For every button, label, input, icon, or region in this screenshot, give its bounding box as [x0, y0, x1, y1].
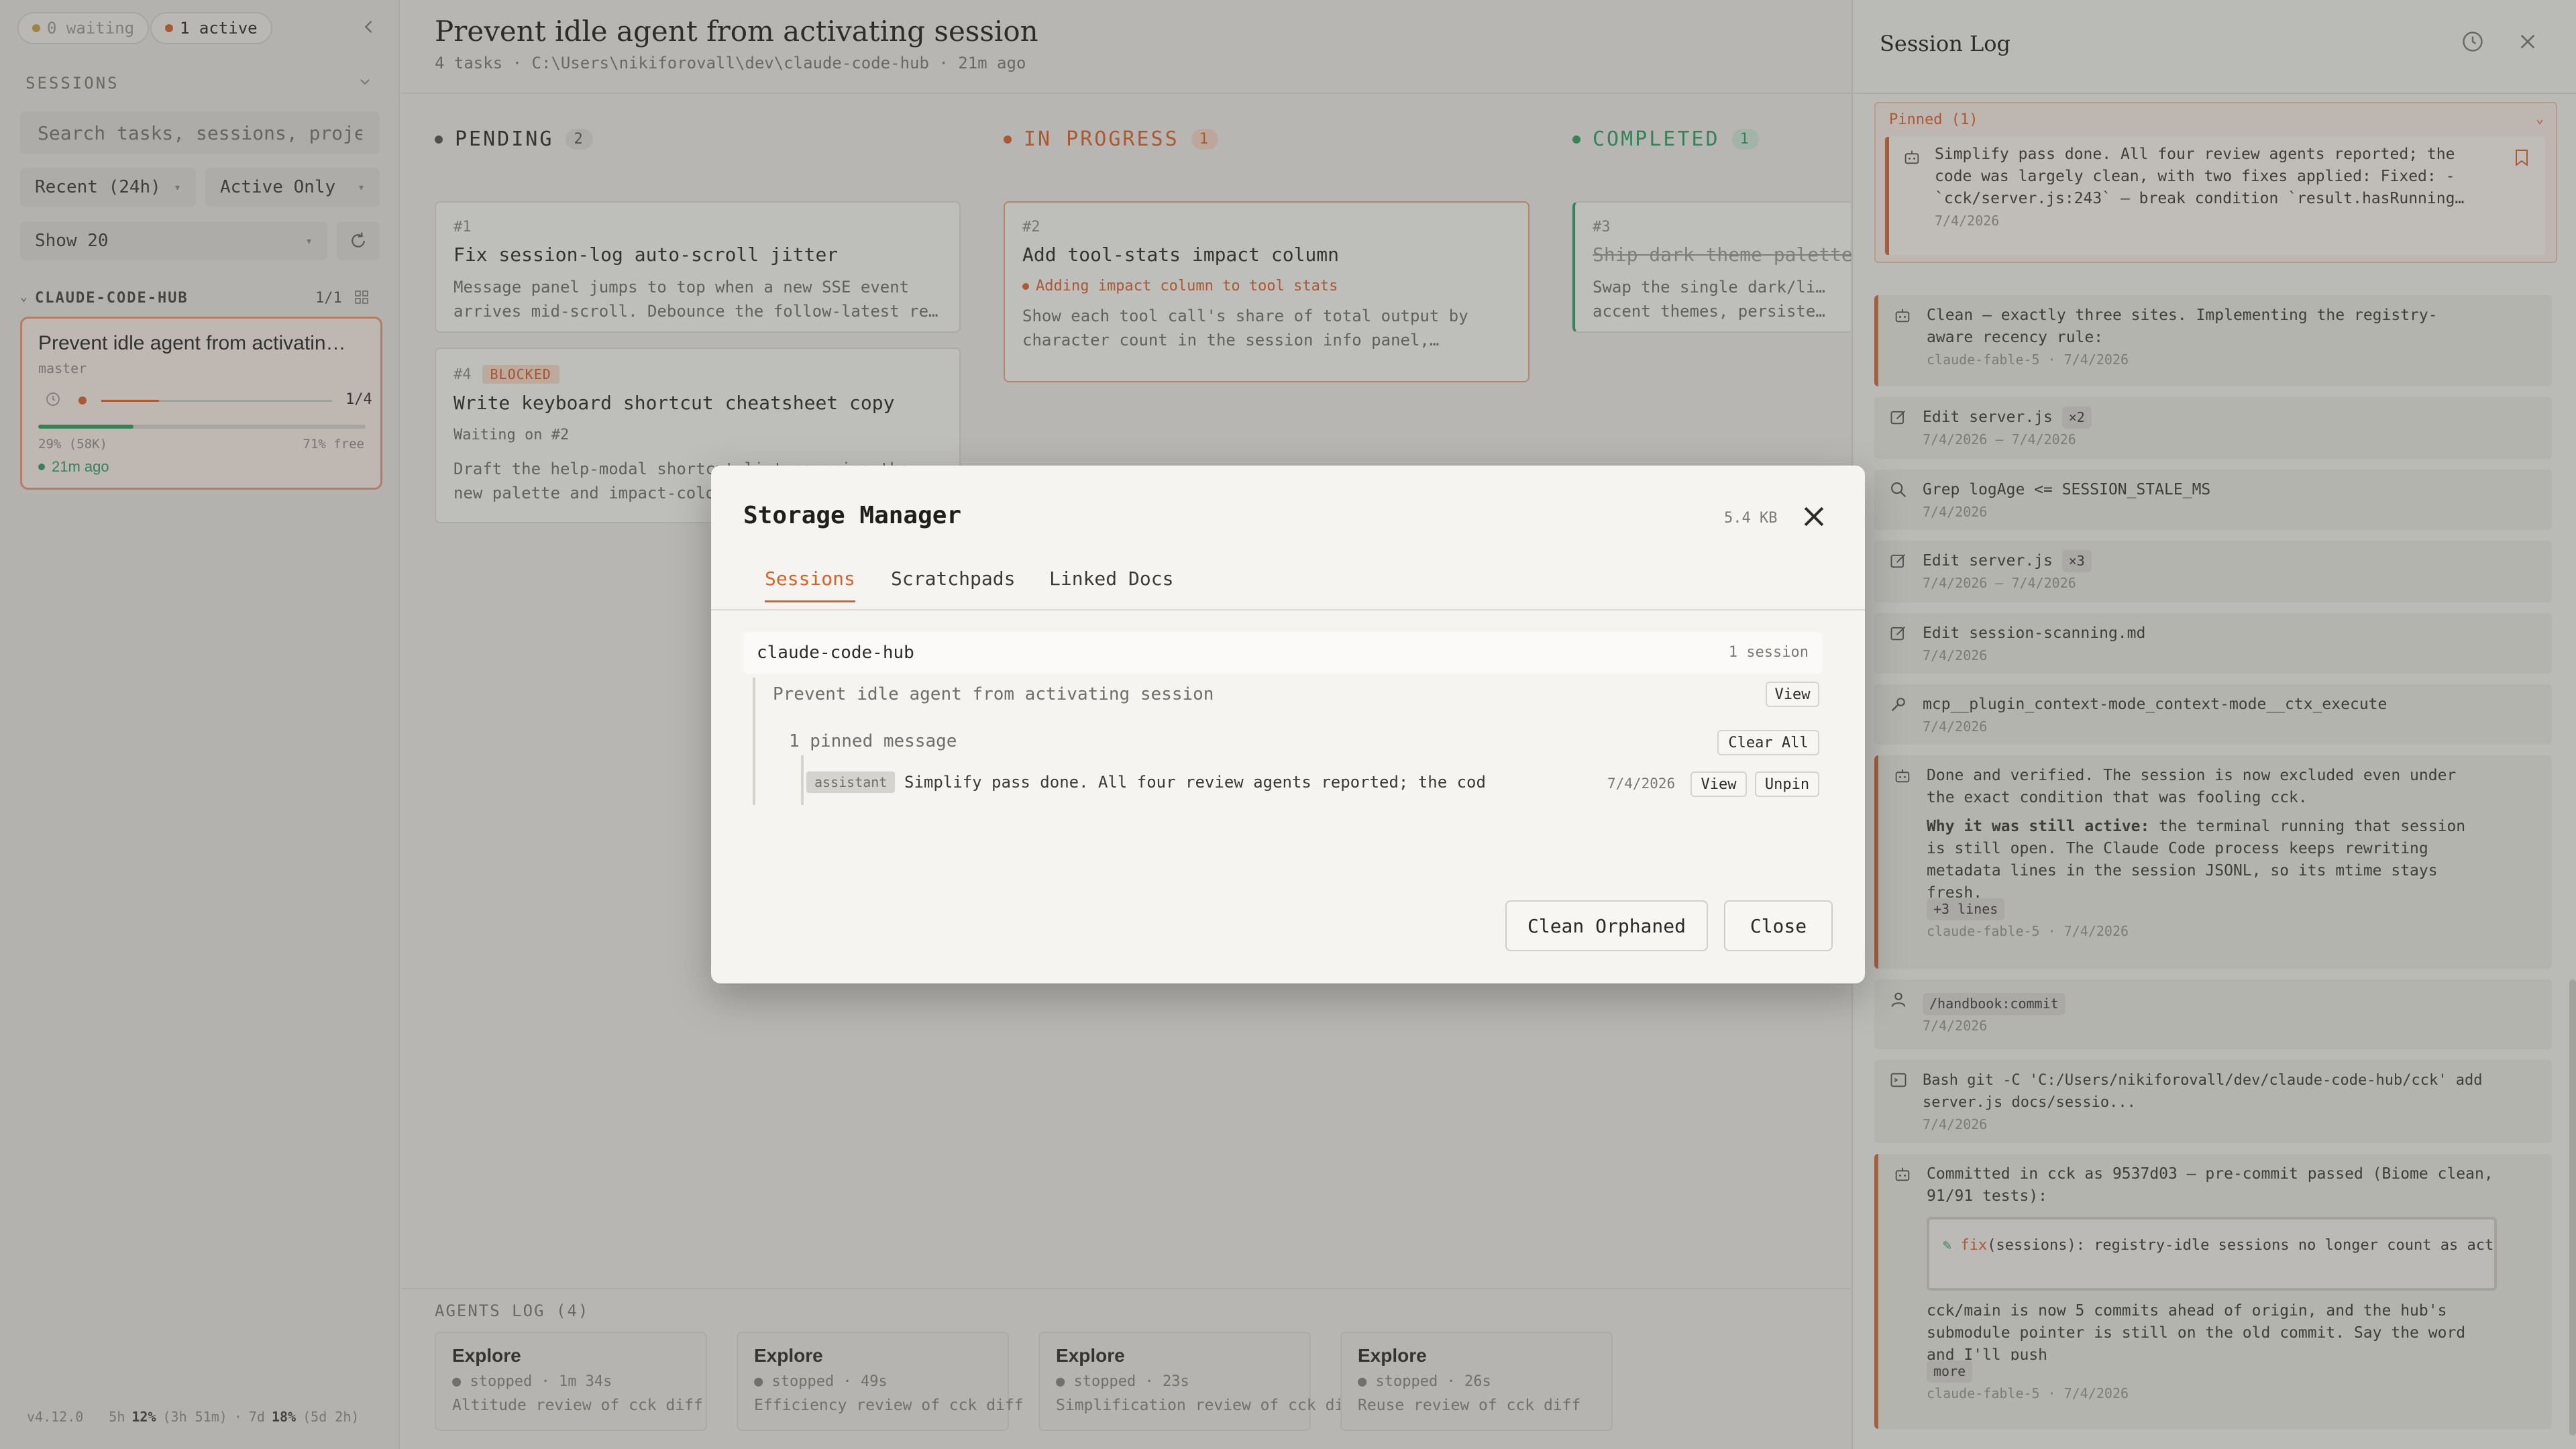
close-button[interactable]: Close [1724, 900, 1833, 951]
message-role-badge: assistant [806, 771, 896, 793]
tree-line [753, 678, 755, 805]
modal-close-icon[interactable] [1799, 502, 1829, 531]
tab-linked-docs[interactable]: Linked Docs [1049, 568, 1173, 600]
tab-sessions[interactable]: Sessions [765, 568, 855, 602]
session-row-title: Prevent idle agent from activating sessi… [773, 684, 1214, 704]
pinned-message-date: 7/4/2026 [1607, 775, 1676, 792]
tab-scratchpads[interactable]: Scratchpads [891, 568, 1015, 600]
clean-orphaned-button[interactable]: Clean Orphaned [1505, 900, 1708, 951]
project-group-header[interactable]: claude-code-hub 1 session [743, 632, 1822, 674]
tree-line [801, 755, 804, 805]
tab-divider [711, 609, 1865, 610]
view-session-button[interactable]: View [1766, 682, 1819, 707]
modal-title: Storage Manager [743, 502, 962, 529]
project-group-count: 1 session [1728, 644, 1809, 661]
project-group-name: claude-code-hub [757, 643, 914, 663]
view-message-button[interactable]: View [1690, 771, 1747, 797]
storage-size: 5.4 KB [1724, 510, 1778, 527]
storage-manager-modal: Storage Manager 5.4 KB Sessions Scratchp… [711, 466, 1865, 983]
clear-all-button[interactable]: Clear All [1717, 730, 1819, 755]
pinned-count: 1 pinned message [789, 731, 957, 751]
unpin-button[interactable]: Unpin [1755, 771, 1819, 797]
pinned-message-preview: Simplify pass done. All four review agen… [904, 773, 1486, 792]
